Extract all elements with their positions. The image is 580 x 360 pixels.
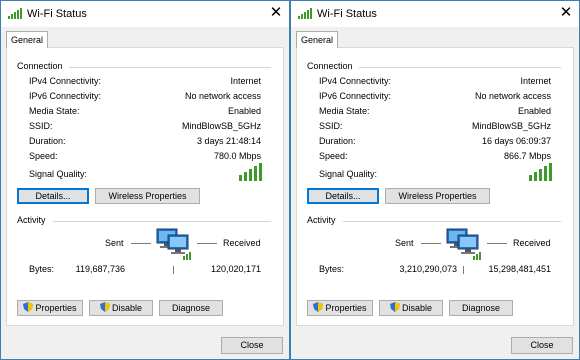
- ipv4-value: Internet: [230, 76, 261, 86]
- ipv6-value: No network access: [474, 91, 551, 101]
- bytes-received-value: 15,298,481,451: [488, 264, 551, 274]
- sent-label: Sent: [105, 238, 124, 248]
- disable-label: Disable: [401, 303, 432, 313]
- window-title: Wi-Fi Status: [27, 8, 87, 20]
- ssid-label: SSID:: [29, 121, 53, 131]
- media-state-label: Media State:: [319, 106, 370, 116]
- ipv6-label: IPv6 Connectivity:: [319, 91, 392, 101]
- bytes-label: Bytes:: [29, 264, 55, 274]
- close-button[interactable]: Close: [221, 337, 283, 354]
- close-icon[interactable]: ✕: [553, 1, 579, 27]
- close-icon[interactable]: ✕: [263, 1, 289, 27]
- window-title: Wi-Fi Status: [317, 8, 377, 20]
- activity-heading: Activity: [17, 215, 46, 225]
- properties-button[interactable]: Properties: [307, 300, 373, 316]
- title-bar: Wi-Fi Status ✕: [291, 1, 579, 27]
- wifi-signal-icon: [8, 8, 22, 19]
- connection-heading: Connection: [307, 61, 353, 71]
- network-computer-icon: [156, 228, 191, 260]
- disable-button[interactable]: Disable: [89, 300, 153, 316]
- wifi-status-dialog: Wi-Fi Status ✕ General Connection IPv4 C…: [290, 0, 580, 360]
- bytes-separator: [463, 266, 464, 274]
- details-button[interactable]: Details...: [17, 188, 89, 204]
- ssid-value: MindBlowSB_5GHz: [181, 121, 261, 131]
- signal-strength-icon: [239, 163, 262, 181]
- general-panel: Connection IPv4 Connectivity: Internet I…: [6, 47, 284, 326]
- general-panel: Connection IPv4 Connectivity: Internet I…: [296, 47, 574, 326]
- media-state-value: Enabled: [227, 106, 261, 116]
- connection-heading: Connection: [17, 61, 63, 71]
- uac-shield-icon: [389, 302, 400, 312]
- received-line: [197, 243, 217, 244]
- signal-quality-label: Signal Quality:: [319, 169, 378, 179]
- divider: [359, 67, 561, 68]
- bytes-label: Bytes:: [319, 264, 345, 274]
- sent-line: [421, 243, 441, 244]
- received-line: [487, 243, 507, 244]
- received-label: Received: [513, 238, 551, 248]
- wifi-status-dialog: Wi-Fi Status ✕ General Connection IPv4 C…: [0, 0, 290, 360]
- speed-value: 866.7 Mbps: [503, 151, 551, 161]
- signal-strength-icon: [529, 163, 552, 181]
- received-label: Received: [223, 238, 261, 248]
- divider: [69, 67, 271, 68]
- divider: [53, 221, 271, 222]
- bytes-sent-value: 119,687,736: [75, 264, 125, 274]
- bytes-received-value: 120,020,171: [210, 264, 261, 274]
- speed-label: Speed:: [319, 151, 348, 161]
- properties-label: Properties: [35, 303, 77, 313]
- bytes-separator: [173, 266, 174, 274]
- network-computer-icon: [446, 228, 481, 260]
- bytes-sent-value: 3,210,290,073: [399, 264, 457, 274]
- ipv4-value: Internet: [520, 76, 551, 86]
- duration-value: 16 days 06:09:37: [481, 136, 551, 146]
- uac-shield-icon: [23, 302, 34, 312]
- signal-quality-label: Signal Quality:: [29, 169, 88, 179]
- speed-label: Speed:: [29, 151, 58, 161]
- duration-label: Duration:: [319, 136, 356, 146]
- tab-general[interactable]: General: [296, 31, 338, 48]
- wireless-properties-button[interactable]: Wireless Properties: [95, 188, 200, 204]
- ssid-label: SSID:: [319, 121, 343, 131]
- wireless-properties-button[interactable]: Wireless Properties: [385, 188, 490, 204]
- activity-heading: Activity: [307, 215, 336, 225]
- disable-button[interactable]: Disable: [379, 300, 443, 316]
- properties-button[interactable]: Properties: [17, 300, 83, 316]
- title-bar: Wi-Fi Status ✕: [1, 1, 289, 27]
- divider: [343, 221, 561, 222]
- uac-shield-icon: [99, 302, 110, 312]
- media-state-label: Media State:: [29, 106, 80, 116]
- ipv4-label: IPv4 Connectivity:: [29, 76, 102, 86]
- sent-line: [131, 243, 151, 244]
- close-button[interactable]: Close: [511, 337, 573, 354]
- ipv4-label: IPv4 Connectivity:: [319, 76, 392, 86]
- diagnose-button[interactable]: Diagnose: [449, 300, 513, 316]
- sent-label: Sent: [395, 238, 414, 248]
- speed-value: 780.0 Mbps: [213, 151, 261, 161]
- properties-label: Properties: [325, 303, 367, 313]
- diagnose-button[interactable]: Diagnose: [159, 300, 223, 316]
- tab-general[interactable]: General: [6, 31, 48, 48]
- disable-label: Disable: [111, 303, 142, 313]
- wifi-signal-icon: [298, 8, 312, 19]
- media-state-value: Enabled: [517, 106, 551, 116]
- duration-label: Duration:: [29, 136, 66, 146]
- ssid-value: MindBlowSB_5GHz: [471, 121, 551, 131]
- ipv6-value: No network access: [184, 91, 261, 101]
- uac-shield-icon: [313, 302, 324, 312]
- duration-value: 3 days 21:48:14: [196, 136, 261, 146]
- ipv6-label: IPv6 Connectivity:: [29, 91, 102, 101]
- details-button[interactable]: Details...: [307, 188, 379, 204]
